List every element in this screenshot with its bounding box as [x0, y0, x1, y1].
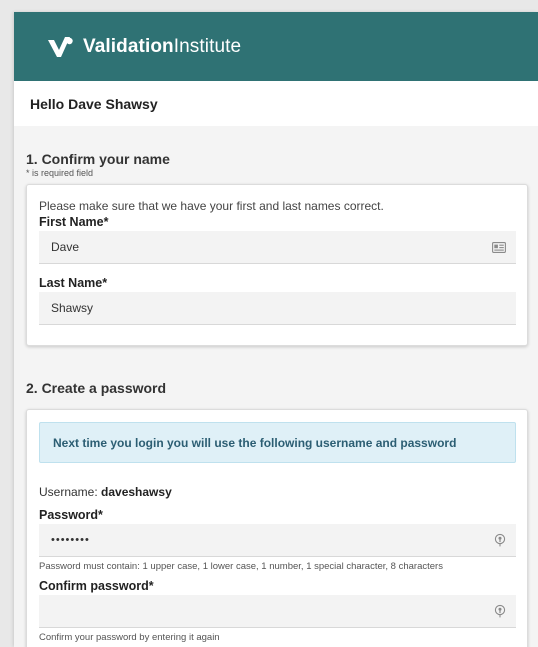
- contact-card-icon[interactable]: [492, 241, 506, 253]
- first-name-input[interactable]: Dave: [39, 231, 516, 264]
- section-create-password-title: 2. Create a password: [26, 380, 167, 396]
- last-name-label: Last Name*: [39, 276, 108, 290]
- brand-name: ValidationInstitute: [83, 36, 241, 58]
- validation-check-logo-icon: [47, 36, 73, 58]
- app-window: ValidationInstitute Hello Dave Shawsy 1.…: [14, 12, 538, 647]
- login-info-banner: Next time you login you will use the fol…: [39, 422, 516, 463]
- first-name-label: First Name*: [39, 215, 109, 229]
- login-info-text: Next time you login you will use the fol…: [53, 435, 457, 450]
- confirm-password-label: Confirm password*: [39, 579, 154, 593]
- confirm-password-input[interactable]: [39, 595, 516, 628]
- main-content: 1. Confirm your name * is required field…: [14, 151, 538, 647]
- greeting-bar: Hello Dave Shawsy: [14, 81, 538, 126]
- password-value: ••••••••: [51, 534, 90, 546]
- password-key-icon[interactable]: [494, 533, 506, 547]
- confirm-name-intro: Please make sure that we have your first…: [39, 199, 384, 213]
- password-key-icon[interactable]: [494, 604, 506, 618]
- brand-name-bold: Validation: [83, 35, 174, 57]
- username-label: Username:: [39, 485, 98, 499]
- password-input[interactable]: ••••••••: [39, 524, 516, 557]
- header-bar: ValidationInstitute: [14, 12, 538, 81]
- confirm-name-card: Please make sure that we have your first…: [26, 184, 528, 346]
- password-label: Password*: [39, 508, 103, 522]
- section-confirm-name-title: 1. Confirm your name: [26, 151, 170, 167]
- create-password-card: Next time you login you will use the fol…: [26, 409, 528, 647]
- username-row: Username: daveshawsy: [39, 485, 515, 499]
- brand-name-light: Institute: [173, 35, 242, 57]
- confirm-password-hint: Confirm your password by entering it aga…: [39, 632, 220, 643]
- last-name-input[interactable]: Shawsy: [39, 292, 516, 325]
- required-field-note: * is required field: [26, 168, 94, 178]
- last-name-value: Shawsy: [51, 301, 94, 315]
- password-hint: Password must contain: 1 upper case, 1 l…: [39, 561, 443, 572]
- greeting-text: Hello Dave Shawsy: [30, 95, 158, 112]
- username-value: daveshawsy: [101, 485, 172, 499]
- first-name-value: Dave: [51, 240, 80, 254]
